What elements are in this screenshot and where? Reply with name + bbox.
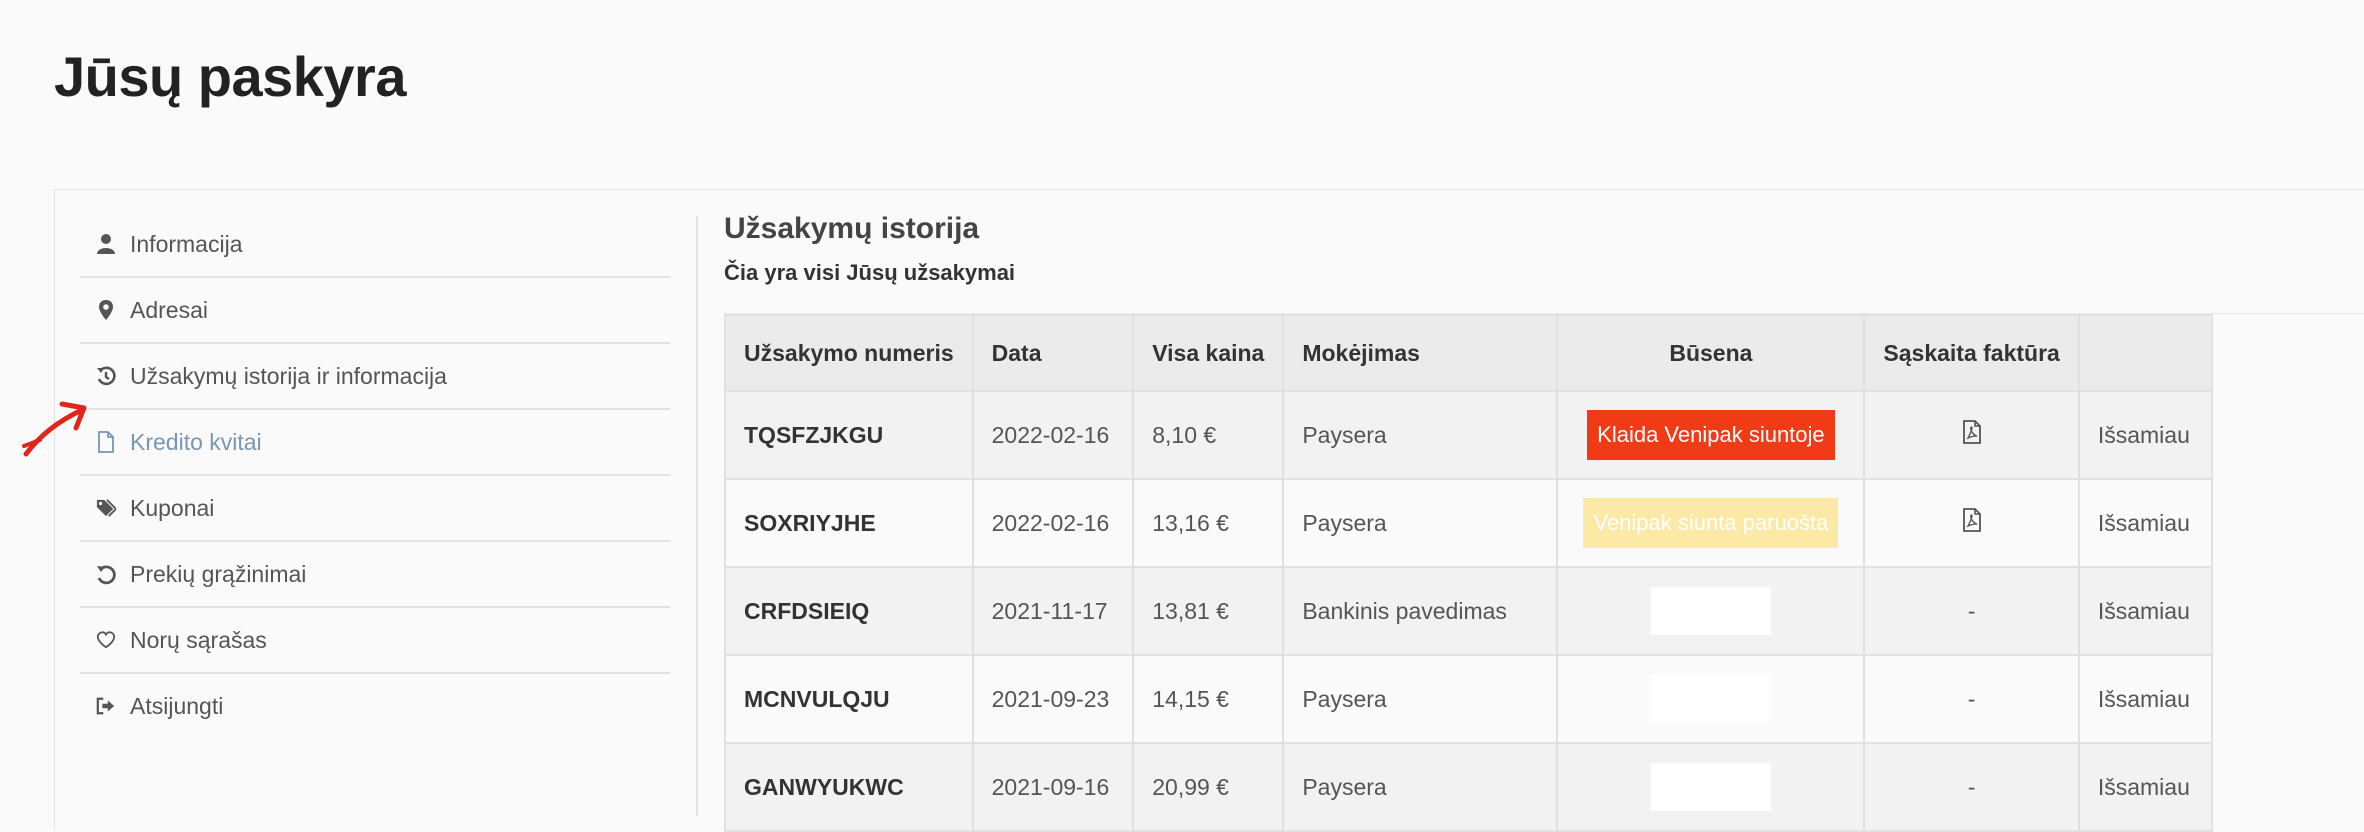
order-details-link[interactable]: Išsamiau — [2077, 742, 2214, 832]
order-invoice-cell: - — [1863, 566, 2080, 656]
order-number[interactable]: GANWYUKWC — [724, 742, 974, 832]
column-header-order-number[interactable]: Užsakymo numeris — [724, 314, 974, 392]
order-number[interactable]: TQSFZJKGU — [724, 390, 974, 480]
order-number[interactable]: CRFDSIEIQ — [724, 566, 974, 656]
sidebar-item-information[interactable]: Informacija — [80, 212, 670, 278]
page-title: Jūsų paskyra — [54, 45, 406, 108]
table-row: CRFDSIEIQ 2021-11-17 13,81 € Bankinis pa… — [724, 566, 2214, 656]
table-row: TQSFZJKGU 2022-02-16 8,10 € Paysera Klai… — [724, 390, 2214, 480]
sidebar-item-label: Informacija — [130, 230, 243, 257]
order-status-cell — [1556, 654, 1866, 744]
order-number[interactable]: MCNVULQJU — [724, 654, 974, 744]
column-header-invoice[interactable]: Sąskaita faktūra — [1863, 314, 2080, 392]
sidebar-item-order-history[interactable]: Užsakymų istorija ir informacija — [80, 344, 670, 410]
sidebar-item-label: Kuponai — [130, 494, 215, 521]
sidebar-item-vouchers[interactable]: Kuponai — [80, 476, 670, 542]
map-pin-icon — [96, 299, 116, 321]
heart-icon — [96, 629, 116, 651]
column-header-actions — [2077, 314, 2214, 392]
history-icon — [96, 365, 116, 387]
sidebar-item-label: Atsijungti — [130, 692, 224, 719]
order-invoice-cell — [1863, 478, 2080, 568]
status-badge — [1650, 763, 1771, 811]
order-status-cell: Venipak siunta paruošta — [1556, 478, 1866, 568]
undo-icon — [96, 563, 116, 585]
order-details-link[interactable]: Išsamiau — [2077, 390, 2214, 480]
sidebar-item-wishlist[interactable]: Norų sąrašas — [80, 608, 670, 674]
red-arrow-annotation — [22, 401, 87, 457]
status-badge — [1650, 675, 1771, 723]
column-header-total[interactable]: Visa kaina — [1132, 314, 1285, 392]
section-title: Užsakymų istorija — [724, 212, 980, 245]
vertical-divider — [696, 216, 698, 816]
order-payment: Paysera — [1282, 478, 1559, 568]
table-row: SOXRIYJHE 2022-02-16 13,16 € Paysera Ven… — [724, 478, 2214, 568]
sidebar-item-label: Norų sąrašas — [130, 626, 267, 653]
sidebar-item-returns[interactable]: Prekių grąžinimai — [80, 542, 670, 608]
order-invoice-cell: - — [1863, 742, 2080, 832]
order-history-header: Užsakymų istorija Čia yra visi Jūsų užsa… — [724, 212, 1015, 286]
order-details-link[interactable]: Išsamiau — [2077, 478, 2214, 568]
order-date: 2021-09-23 — [971, 654, 1135, 744]
order-payment: Paysera — [1282, 654, 1559, 744]
order-date: 2021-11-17 — [971, 566, 1135, 656]
sign-out-icon — [96, 695, 116, 717]
order-total: 8,10 € — [1132, 390, 1285, 480]
pdf-file-icon[interactable] — [1962, 508, 1982, 537]
status-badge: Klaida Venipak siuntoje — [1587, 410, 1835, 460]
status-badge — [1650, 587, 1771, 635]
column-header-status[interactable]: Būsena — [1556, 314, 1866, 392]
user-icon — [96, 233, 116, 255]
pdf-file-icon[interactable] — [1962, 420, 1982, 449]
order-payment: Bankinis pavedimas — [1282, 566, 1559, 656]
order-date: 2022-02-16 — [971, 390, 1135, 480]
sidebar-item-label: Kredito kvitai — [130, 428, 262, 455]
order-total: 20,99 € — [1132, 742, 1285, 832]
order-status-cell — [1556, 742, 1866, 832]
order-invoice-cell — [1863, 390, 2080, 480]
order-payment: Paysera — [1282, 390, 1559, 480]
order-status-cell — [1556, 566, 1866, 656]
tags-icon — [96, 497, 116, 519]
sidebar-item-sign-out[interactable]: Atsijungti — [80, 674, 670, 738]
table-row: MCNVULQJU 2021-09-23 14,15 € Paysera - I… — [724, 654, 2214, 744]
sidebar-item-label: Adresai — [130, 296, 208, 323]
account-sidebar: Informacija Adresai Užsakymų istorija ir… — [80, 212, 670, 738]
order-details-link[interactable]: Išsamiau — [2077, 566, 2214, 656]
sidebar-item-addresses[interactable]: Adresai — [80, 278, 670, 344]
column-header-payment[interactable]: Mokėjimas — [1282, 314, 1559, 392]
section-subtitle: Čia yra visi Jūsų užsakymai — [724, 260, 1016, 285]
orders-table: Užsakymo numeris Data Visa kaina Mokėjim… — [724, 314, 2214, 832]
order-invoice-cell: - — [1863, 654, 2080, 744]
order-date: 2021-09-16 — [971, 742, 1135, 832]
status-badge: Venipak siunta paruošta — [1583, 498, 1839, 548]
order-total: 13,81 € — [1132, 566, 1285, 656]
order-payment: Paysera — [1282, 742, 1559, 832]
table-header-row: Užsakymo numeris Data Visa kaina Mokėjim… — [724, 314, 2214, 392]
sidebar-item-credit-slips[interactable]: Kredito kvitai — [80, 410, 670, 476]
column-header-date[interactable]: Data — [971, 314, 1135, 392]
order-date: 2022-02-16 — [971, 478, 1135, 568]
order-status-cell: Klaida Venipak siuntoje — [1556, 390, 1866, 480]
sidebar-item-label: Prekių grąžinimai — [130, 560, 307, 587]
sidebar-item-label: Užsakymų istorija ir informacija — [130, 362, 447, 389]
order-number[interactable]: SOXRIYJHE — [724, 478, 974, 568]
order-details-link[interactable]: Išsamiau — [2077, 654, 2214, 744]
table-row: GANWYUKWC 2021-09-16 20,99 € Paysera - I… — [724, 742, 2214, 832]
document-icon — [96, 431, 116, 453]
order-total: 14,15 € — [1132, 654, 1285, 744]
order-total: 13,16 € — [1132, 478, 1285, 568]
